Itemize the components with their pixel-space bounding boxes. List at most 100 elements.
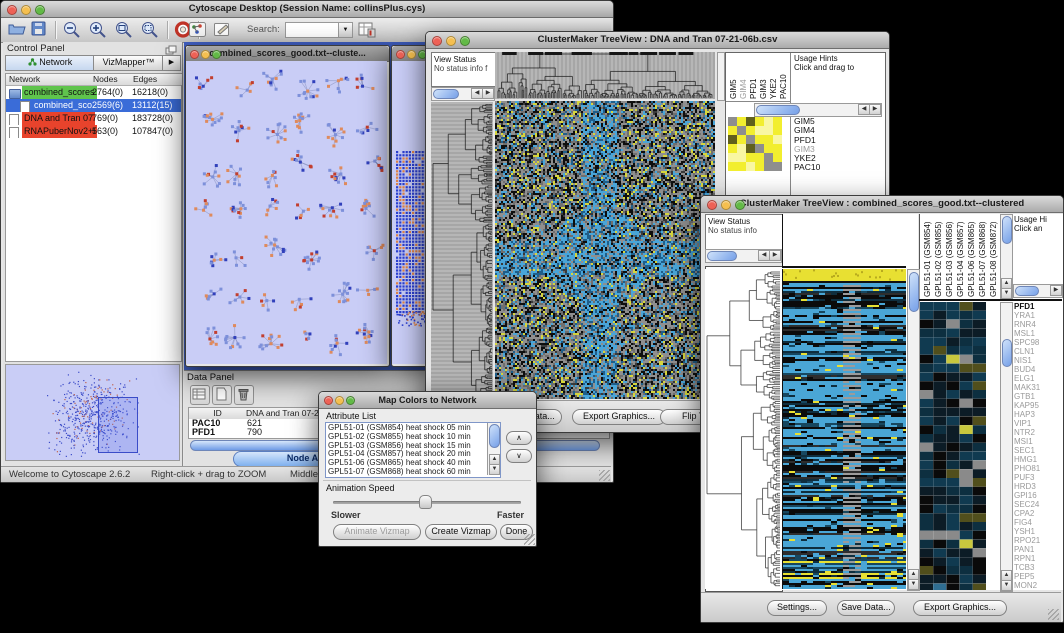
- table-cell[interactable]: PFD1: [192, 428, 215, 437]
- attribute-item[interactable]: GPL51-03 (GSM856) heat shock 15 min: [328, 442, 484, 451]
- gene-label[interactable]: GIM4: [794, 126, 854, 135]
- attribute-item[interactable]: GPL51-02 (GSM855) heat shock 10 min: [328, 433, 484, 442]
- gene-label[interactable]: PFD1: [1014, 302, 1061, 311]
- status-scrollbar[interactable]: ◀ ▶: [705, 249, 782, 263]
- gene-label[interactable]: PAC10: [794, 163, 854, 172]
- maximize-button[interactable]: [212, 50, 221, 59]
- gene-label[interactable]: RNR4: [1014, 320, 1061, 329]
- minimize-button[interactable]: [201, 50, 210, 59]
- network-row[interactable]: DNA and Tran 07769(0)183728(0): [6, 112, 181, 125]
- minimize-button[interactable]: [721, 200, 731, 210]
- tab-network[interactable]: Network: [5, 55, 95, 71]
- gene-label[interactable]: GIM3: [794, 145, 854, 154]
- speed-slider-thumb[interactable]: [419, 495, 432, 509]
- minimize-button[interactable]: [446, 36, 456, 46]
- column-header-nodes[interactable]: Nodes: [90, 74, 131, 85]
- scroll-down-icon[interactable]: ▼: [1001, 288, 1012, 299]
- heatmap-scrollbar[interactable]: ▲ ▼: [907, 269, 920, 591]
- move-up-button[interactable]: ∧: [506, 431, 532, 445]
- scroll-right-icon[interactable]: ▶: [1050, 285, 1062, 296]
- new-attribute-icon[interactable]: [212, 385, 232, 405]
- scroll-down-icon[interactable]: ▼: [489, 464, 500, 475]
- gene-label[interactable]: PEP5: [1014, 572, 1061, 581]
- column-header-network[interactable]: Network: [6, 74, 91, 85]
- column-label[interactable]: GPL51-06 (GSM865): [967, 215, 977, 297]
- gene-label[interactable]: PHO81: [1014, 464, 1061, 473]
- scroll-right-icon[interactable]: ▶: [482, 88, 494, 99]
- gene-label[interactable]: HMG1: [1014, 455, 1061, 464]
- gene-label[interactable]: SEC1: [1014, 446, 1061, 455]
- settings-button[interactable]: Settings...: [767, 600, 827, 616]
- column-label[interactable]: GPL51-04 (GSM857): [956, 215, 966, 297]
- close-button[interactable]: [190, 50, 199, 59]
- label-scrollbar[interactable]: [717, 52, 725, 101]
- gene-label[interactable]: BUD4: [1014, 365, 1061, 374]
- save-icon[interactable]: [31, 21, 47, 42]
- gene-label[interactable]: FIG4: [1014, 518, 1061, 527]
- gene-label[interactable]: MSL1: [1014, 329, 1061, 338]
- gene-label[interactable]: MSI1: [1014, 437, 1061, 446]
- gene-label[interactable]: RPO21: [1014, 536, 1061, 545]
- heatmap[interactable]: [495, 101, 715, 399]
- column-label[interactable]: GPL51-08 (GSM872): [989, 215, 999, 297]
- open-file-icon[interactable]: [8, 21, 26, 42]
- resize-grip[interactable]: [599, 470, 610, 481]
- gene-label[interactable]: ELG1: [1014, 374, 1061, 383]
- gene-label[interactable]: PAN1: [1014, 545, 1061, 554]
- gene-label[interactable]: VIP1: [1014, 419, 1061, 428]
- export-graphics-button[interactable]: Export Graphics...: [913, 600, 1007, 616]
- minimize-button[interactable]: [407, 50, 416, 59]
- attribute-item[interactable]: GPL51-01 (GSM854) heat shock 05 min: [328, 424, 484, 433]
- usage-scrollbar[interactable]: ◀ ▶: [754, 103, 882, 117]
- attribute-item[interactable]: GPL51-07 (GSM868) heat shock 60 min: [328, 468, 484, 477]
- maximize-button[interactable]: [346, 396, 355, 405]
- animate-vizmap-button[interactable]: Animate Vizmap: [333, 524, 421, 540]
- gene-label[interactable]: YSH1: [1014, 527, 1061, 536]
- scroll-right-icon[interactable]: ▶: [869, 104, 881, 115]
- treeview2-title-bar[interactable]: ClusterMaker TreeView : combined_scores_…: [701, 196, 1063, 213]
- gene-label[interactable]: MAK31: [1014, 383, 1061, 392]
- maximize-button[interactable]: [735, 200, 745, 210]
- gene-label[interactable]: RPN1: [1014, 554, 1061, 563]
- gene-label[interactable]: GPI16: [1014, 491, 1061, 500]
- gene-label[interactable]: CLN1: [1014, 347, 1061, 356]
- row-dendrogram[interactable]: [705, 269, 781, 589]
- column-label[interactable]: GPL51-02 (GSM855): [934, 215, 944, 297]
- column-label[interactable]: GIM4: [739, 54, 749, 99]
- column-label[interactable]: GPL51-07 (GSM868): [978, 215, 988, 297]
- gene-label[interactable]: SEC24: [1014, 500, 1061, 509]
- network-row[interactable]: combined_sco2569(6)13112(15): [6, 99, 181, 112]
- delete-attribute-icon[interactable]: [234, 385, 254, 405]
- tab-vizmapper[interactable]: VizMapper™: [93, 55, 164, 71]
- network-row[interactable]: RNAPuberNov2+l563(0)107847(0): [6, 125, 181, 138]
- network-overview-icon[interactable]: [189, 22, 206, 42]
- heatmap[interactable]: [782, 269, 906, 589]
- treeview1-title-bar[interactable]: ClusterMaker TreeView : DNA and Tran 07-…: [426, 32, 889, 49]
- attribute-item[interactable]: GPL51-06 (GSM865) heat shock 40 min: [328, 459, 484, 468]
- column-label[interactable]: GPL51-01 (GSM854): [923, 215, 933, 297]
- more-tabs-button[interactable]: ▶: [162, 55, 181, 71]
- attribute-select-icon[interactable]: [190, 385, 210, 405]
- zoom-heatmap[interactable]: [728, 117, 782, 171]
- gene-scrollbar[interactable]: ▲ ▼: [1000, 302, 1013, 592]
- scroll-right-icon[interactable]: ▶: [769, 250, 781, 261]
- list-scrollbar[interactable]: ▲ ▼: [487, 423, 500, 475]
- maximize-button[interactable]: [460, 36, 470, 46]
- gene-label[interactable]: GIM5: [794, 117, 854, 126]
- gene-label[interactable]: TCB3: [1014, 563, 1061, 572]
- gene-label[interactable]: YKE2: [794, 154, 854, 163]
- gene-label[interactable]: NTR2: [1014, 428, 1061, 437]
- gene-label[interactable]: GTB1: [1014, 392, 1061, 401]
- column-label[interactable]: GPL51-03 (GSM856): [945, 215, 955, 297]
- zoom-fit-icon[interactable]: [114, 21, 134, 43]
- gene-label[interactable]: NIS1: [1014, 356, 1061, 365]
- save-data-button[interactable]: Save Data...: [837, 600, 895, 616]
- network-row[interactable]: combined_scores2764(0)16218(0): [6, 86, 181, 99]
- zoom-heatmap[interactable]: [920, 302, 986, 590]
- table-cell[interactable]: 790: [247, 428, 262, 437]
- close-button[interactable]: [432, 36, 442, 46]
- annotation-icon[interactable]: [214, 22, 231, 42]
- gene-label[interactable]: PFD1: [794, 136, 854, 145]
- zoom-in-icon[interactable]: [88, 21, 108, 43]
- minimize-button[interactable]: [21, 5, 31, 15]
